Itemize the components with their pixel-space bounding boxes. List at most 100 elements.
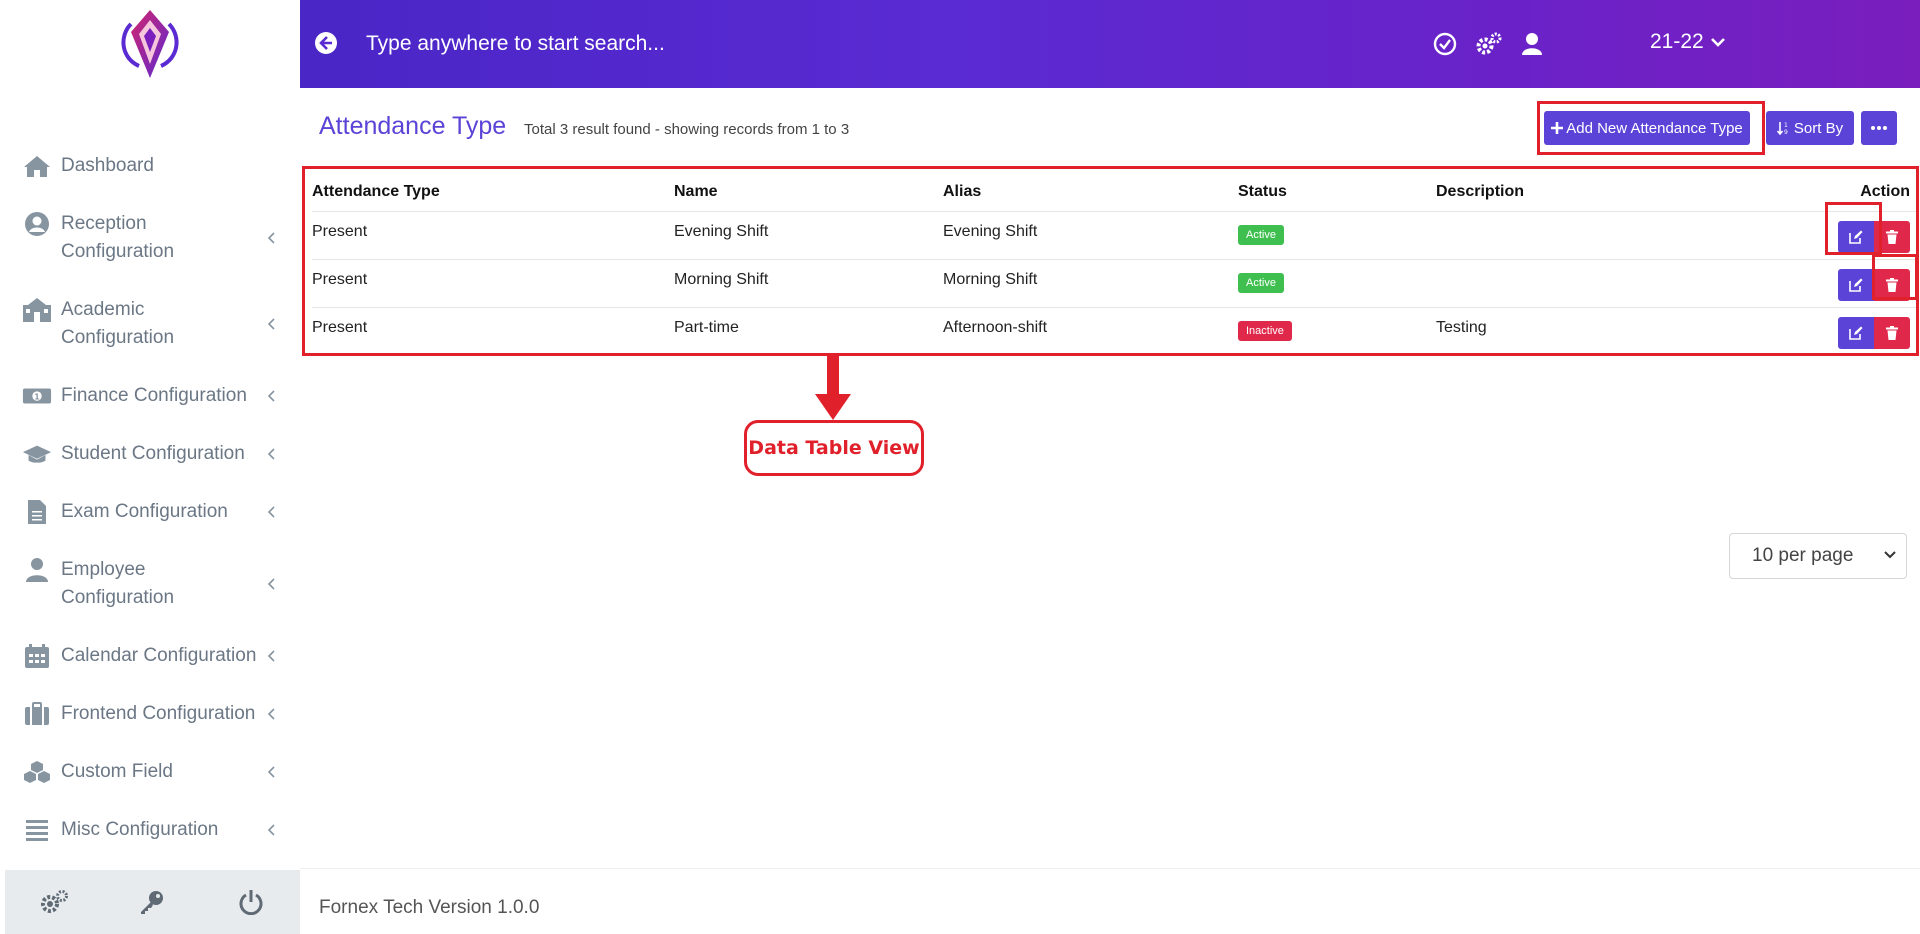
column-header[interactable]: Status (1238, 173, 1436, 211)
sidebar-item-label: Student Configuration (61, 443, 245, 464)
back-arrow-icon[interactable] (314, 31, 338, 55)
power-icon[interactable] (233, 884, 269, 920)
edit-icon (1849, 278, 1863, 292)
sidebar-item-exam[interactable]: Exam Configuration (0, 498, 300, 526)
sidebar-item-student[interactable]: Student Configuration (0, 440, 300, 468)
chevron-left-icon (264, 500, 278, 524)
sidebar-item-label: Academic Configuration (61, 299, 175, 348)
key-icon[interactable] (134, 884, 170, 920)
sidebar-item-finance[interactable]: 1 Finance Configuration (0, 382, 300, 410)
logo-icon (121, 10, 179, 78)
page-title: Attendance Type (319, 112, 507, 140)
chevron-left-icon (264, 572, 278, 596)
sidebar-item-academic[interactable]: Academic Configuration (0, 296, 300, 352)
chevron-left-icon (264, 760, 278, 784)
cell-name: Part-time (674, 306, 943, 355)
status-badge: Active (1238, 272, 1284, 293)
cell-description (1436, 210, 1746, 259)
sidebar-item-label: Employee Configuration (61, 559, 175, 608)
annotation-label: Data Table View (744, 420, 924, 476)
user-circle-icon (22, 210, 52, 238)
sidebar-item-reception[interactable]: Reception Configuration (0, 210, 300, 266)
delete-button[interactable] (1874, 316, 1910, 349)
sidebar-item-employee[interactable]: Employee Configuration (0, 556, 300, 612)
trash-icon (1886, 325, 1898, 340)
chevron-left-icon (264, 818, 278, 842)
column-header[interactable]: Attendance Type (312, 173, 674, 211)
edit-button[interactable] (1838, 220, 1874, 253)
trash-icon (1886, 277, 1898, 292)
academic-year-select[interactable]: 21-22 (1650, 30, 1726, 54)
status-badge: Inactive (1238, 320, 1292, 341)
cubes-icon (22, 758, 52, 786)
column-header[interactable]: Description (1436, 173, 1746, 211)
per-page-value: 10 per page (1752, 545, 1854, 566)
cogs-icon[interactable] (1475, 30, 1503, 58)
result-info: Total 3 result found - showing records f… (524, 121, 850, 138)
logo[interactable] (0, 0, 300, 88)
money-icon: 1 (22, 382, 52, 410)
sidebar: Dashboard Reception Configuration Academ… (0, 0, 300, 934)
cell-type: Present (312, 306, 674, 355)
chevron-left-icon (264, 702, 278, 726)
sidebar-item-label: Exam Configuration (61, 501, 228, 522)
footer-version-text: Fornex Tech Version 1.0.0 (319, 897, 540, 918)
sidebar-item-label: Dashboard (61, 155, 154, 176)
home-icon (22, 152, 52, 180)
user-icon[interactable] (1518, 30, 1546, 58)
column-header: Action (1860, 182, 1910, 200)
table-row: Present Part-time Afternoon-shift Inacti… (312, 306, 1916, 355)
chevron-down-icon (1884, 551, 1896, 559)
graduation-cap-icon (22, 440, 52, 468)
ellipsis-icon (1871, 126, 1887, 130)
check-circle-icon[interactable] (1431, 30, 1459, 58)
sidebar-item-label: Custom Field (61, 761, 173, 782)
cell-alias: Morning Shift (943, 258, 1238, 307)
data-table: Attendance Type Name Alias Status Descri… (312, 173, 1916, 355)
column-header[interactable]: Alias (943, 173, 1238, 211)
cell-alias: Evening Shift (943, 210, 1238, 259)
list-icon (22, 816, 52, 844)
edit-button[interactable] (1838, 316, 1874, 349)
chevron-left-icon (264, 226, 278, 250)
academic-year-label: 21-22 (1650, 30, 1704, 53)
chevron-down-icon (1710, 38, 1725, 47)
search-input[interactable] (366, 26, 1066, 62)
table-header-row: Attendance Type Name Alias Status Descri… (312, 173, 1916, 211)
table-row: Present Evening Shift Evening Shift Acti… (312, 210, 1916, 259)
more-options-button[interactable] (1861, 111, 1897, 145)
chevron-left-icon (264, 312, 278, 336)
delete-button[interactable] (1874, 268, 1910, 301)
svg-text:1: 1 (1784, 122, 1788, 129)
cogs-icon[interactable] (36, 884, 72, 920)
add-attendance-type-button[interactable]: Add New Attendance Type (1544, 111, 1750, 145)
delete-button[interactable] (1874, 220, 1910, 253)
sort-button-label: Sort By (1793, 119, 1844, 137)
document-icon (22, 498, 52, 526)
sidebar-nav: Dashboard Reception Configuration Academ… (0, 152, 300, 844)
sidebar-item-custom-field[interactable]: Custom Field (0, 758, 300, 786)
per-page-select[interactable]: 10 per page (1729, 533, 1907, 579)
svg-text:9: 9 (1784, 129, 1788, 135)
column-header[interactable]: Name (674, 173, 943, 211)
sidebar-item-label: Reception Configuration (61, 213, 175, 262)
sidebar-item-label: Misc Configuration (61, 819, 219, 840)
school-icon (22, 296, 52, 324)
sort-by-button[interactable]: 19 Sort By (1766, 111, 1854, 145)
cell-description (1436, 258, 1746, 307)
sidebar-item-dashboard[interactable]: Dashboard (0, 152, 300, 180)
edit-icon (1849, 230, 1863, 244)
employee-icon (22, 556, 52, 584)
table-row: Present Morning Shift Morning Shift Acti… (312, 258, 1916, 307)
sidebar-item-calendar[interactable]: Calendar Configuration (0, 642, 300, 670)
cell-name: Evening Shift (674, 210, 943, 259)
annotation-arrow-icon (815, 356, 851, 420)
edit-icon (1849, 326, 1863, 340)
sidebar-item-misc[interactable]: Misc Configuration (0, 816, 300, 844)
edit-button[interactable] (1838, 268, 1874, 301)
sidebar-item-label: Calendar Configuration (61, 645, 257, 666)
briefcase-icon (22, 700, 52, 728)
add-button-label: Add New Attendance Type (1566, 119, 1743, 137)
sidebar-item-frontend[interactable]: Frontend Configuration (0, 700, 300, 728)
plus-icon (1551, 122, 1564, 134)
